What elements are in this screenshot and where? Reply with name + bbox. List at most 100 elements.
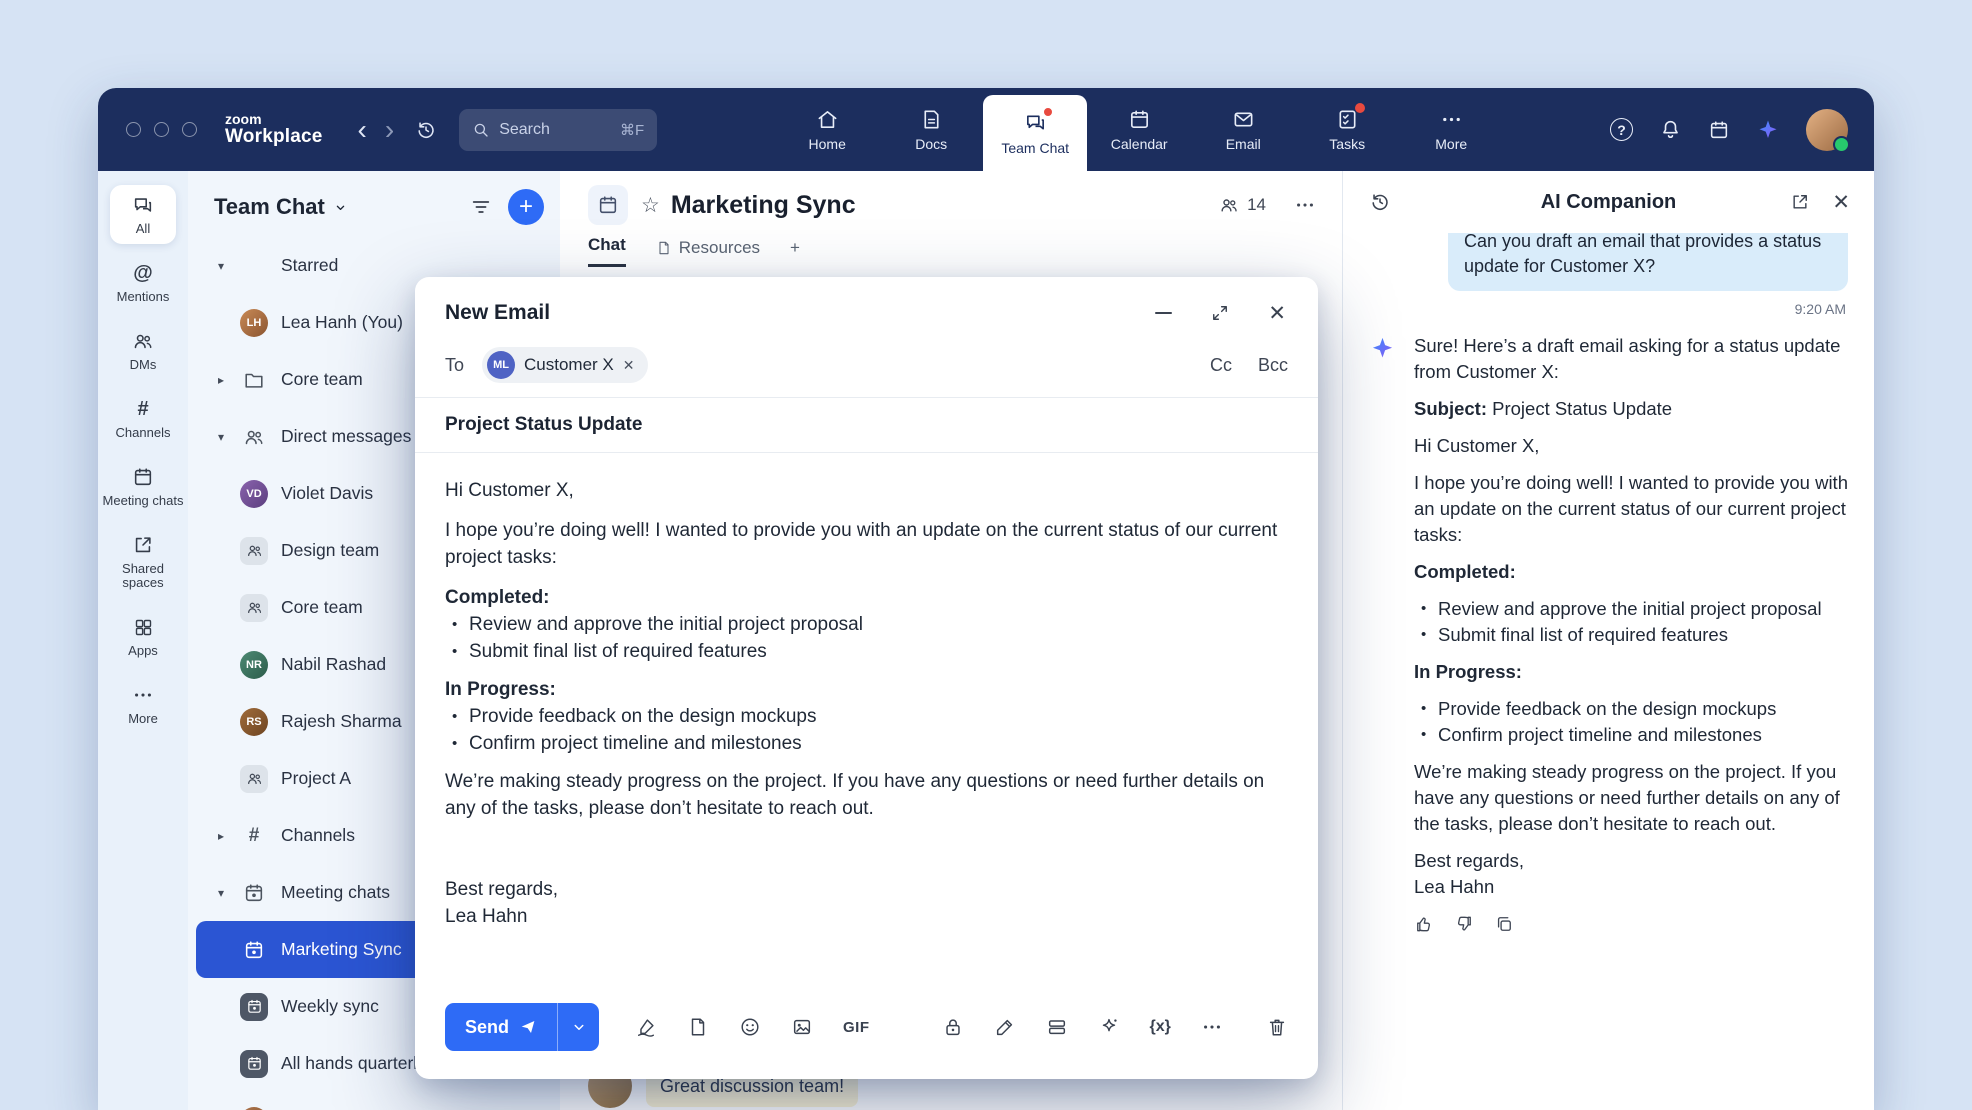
search-shortcut: ⌘F [620,121,644,139]
channel-more-icon[interactable] [1294,194,1316,216]
caret-right-icon[interactable]: ▸ [218,829,240,843]
avatar: LH [240,309,268,337]
nav-team-chat[interactable]: Team Chat [983,95,1087,171]
variables-icon[interactable]: {x} [1150,1018,1171,1036]
nav-tasks[interactable]: Tasks [1295,88,1399,171]
rail-item-apps[interactable]: Apps [101,607,185,666]
open-in-new-window-icon[interactable] [1790,192,1810,212]
top-navbar: zoom Workplace ‹ › Search ⌘F Home Docs T… [98,88,1874,171]
apps-grid-icon [133,615,154,639]
chat-bubble-icon [132,193,154,217]
cc-button[interactable]: Cc [1210,355,1232,376]
send-options-dropdown[interactable] [557,1003,599,1051]
layout-rows-icon[interactable] [1046,1016,1068,1038]
ai-history-icon[interactable] [1369,191,1391,213]
emoji-icon[interactable] [739,1016,761,1038]
new-email-modal: New Email ✕ To ML Customer X ✕ Cc Bcc [415,277,1318,1079]
ai-completed-list: Review and approve the initial project p… [1414,596,1848,648]
copy-icon[interactable] [1494,914,1514,934]
nav-email[interactable]: Email [1191,88,1295,171]
ai-companion-sparkle-icon[interactable] [1756,118,1780,142]
back-button[interactable]: ‹ [349,116,376,144]
gif-icon[interactable]: GIF [843,1019,870,1036]
people-icon [240,423,268,451]
image-icon[interactable] [791,1016,813,1038]
expand-icon[interactable] [1210,303,1230,323]
calendar-quick-icon[interactable] [1708,119,1730,141]
logo-workplace-text: Workplace [225,127,323,147]
more-options-icon[interactable] [1201,1016,1223,1038]
caret-down-icon[interactable]: ▾ [218,430,240,444]
rail-item-all[interactable]: All [110,185,176,244]
email-body-editor[interactable]: Hi Customer X, I hope you’re doing well!… [415,453,1318,989]
help-icon[interactable]: ? [1610,118,1633,141]
thumbs-down-icon[interactable] [1454,914,1474,934]
channel-calendar-icon [588,185,628,225]
hash-icon: # [137,397,148,421]
minimize-icon[interactable] [1155,312,1172,314]
close-panel-icon[interactable]: ✕ [1832,192,1850,213]
avatar: LR [240,1107,268,1110]
sidebar-item-lea-rajesh-1-1[interactable]: LR Lea/Rajesh 1:1 [196,1092,552,1110]
email-inprogress-label: In Progress: [445,676,1288,703]
ai-greeting: Hi Customer X, [1414,433,1848,459]
modal-title: New Email [445,301,550,325]
zoom-workplace-window: zoom Workplace ‹ › Search ⌘F Home Docs T… [98,88,1874,1110]
close-window-button[interactable] [126,122,141,137]
rail-item-dms[interactable]: DMs [101,321,185,380]
tab-chat[interactable]: Chat [588,235,626,267]
recipient-chip[interactable]: ML Customer X ✕ [482,347,647,383]
user-message-bubble: Can you draft an email that provides a s… [1448,233,1848,291]
tab-add[interactable]: + [790,238,800,267]
send-button[interactable]: Send [445,1003,557,1051]
bcc-button[interactable]: Bcc [1258,355,1288,376]
search-input[interactable]: Search ⌘F [459,109,657,151]
rail-item-more[interactable]: More [101,675,185,734]
nav-home[interactable]: Home [775,88,879,171]
remove-recipient-icon[interactable]: ✕ [623,357,635,374]
rail-item-mentions[interactable]: @ Mentions [101,253,185,312]
caret-down-icon[interactable]: ▾ [218,259,240,273]
edit-pencil-icon[interactable] [994,1016,1016,1038]
send-plane-icon [519,1018,537,1036]
ai-signature: Lea Hahn [1414,874,1848,900]
hash-icon: # [240,822,268,850]
people-icon [132,329,154,353]
navbar-quick-actions: ? [1610,109,1848,151]
minimize-window-button[interactable] [154,122,169,137]
home-icon [816,107,839,131]
ai-companion-panel: AI Companion ✕ Can you draft an email th… [1342,171,1874,1110]
template-icon[interactable] [687,1016,709,1038]
caret-down-icon[interactable]: ▾ [218,886,240,900]
encrypt-lock-icon[interactable] [942,1016,964,1038]
user-avatar[interactable] [1806,109,1848,151]
docs-icon [920,107,943,131]
ai-compose-sparkle-icon[interactable] [1098,1016,1120,1038]
history-icon[interactable] [415,119,437,141]
ai-sparkle-icon [1369,333,1399,934]
meeting-calendar-icon [132,465,154,489]
caret-right-icon[interactable]: ▸ [218,373,240,387]
left-icon-rail: All @ Mentions DMs # Channels Meeting ch… [98,171,188,1110]
signature-icon[interactable] [635,1016,657,1038]
close-icon[interactable]: ✕ [1268,303,1286,324]
notifications-bell-icon[interactable] [1659,118,1682,141]
tab-resources[interactable]: Resources [656,238,760,267]
rail-item-meeting-chats[interactable]: Meeting chats [101,457,185,516]
filter-icon[interactable] [470,196,492,218]
maximize-window-button[interactable] [182,122,197,137]
rail-item-channels[interactable]: # Channels [101,389,185,448]
subject-field[interactable]: Project Status Update [415,398,1318,453]
forward-button[interactable]: › [376,116,403,144]
thumbs-up-icon[interactable] [1414,914,1434,934]
ai-signoff: Best regards, [1414,848,1848,874]
rail-item-shared-spaces[interactable]: Shared spaces [101,525,185,598]
nav-more[interactable]: More [1399,88,1503,171]
nav-docs[interactable]: Docs [879,88,983,171]
new-chat-button[interactable]: + [508,189,544,225]
delete-draft-icon[interactable] [1266,1016,1288,1038]
nav-calendar[interactable]: Calendar [1087,88,1191,171]
sidebar-title-dropdown[interactable]: Team Chat [214,194,348,220]
member-count[interactable]: 14 [1219,195,1266,215]
star-channel-icon[interactable]: ☆ [641,193,660,218]
